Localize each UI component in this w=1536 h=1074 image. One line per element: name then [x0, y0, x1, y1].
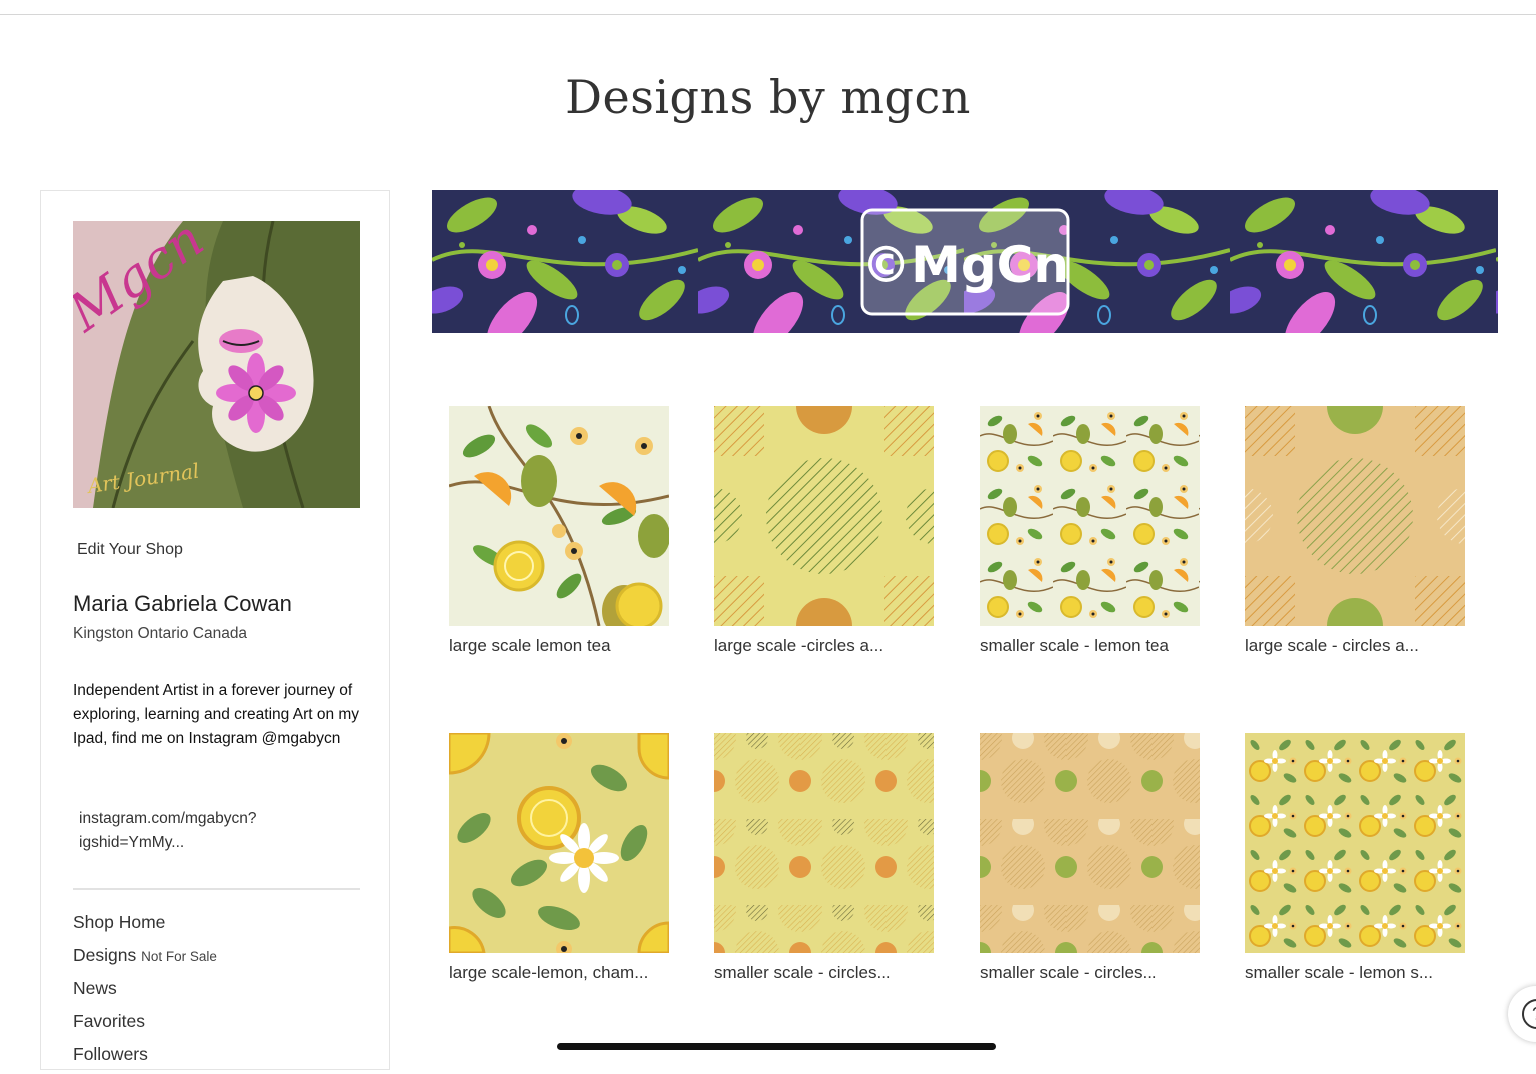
design-thumbnail[interactable] [449, 406, 669, 626]
nav-followers[interactable]: Followers [73, 1041, 217, 1074]
design-card[interactable]: smaller scale - circles... [980, 733, 1200, 983]
artist-name: Maria Gabriela Cowan [73, 591, 292, 616]
nav-favorites[interactable]: Favorites [73, 1008, 217, 1041]
nav-designs-label: Designs [73, 945, 137, 965]
design-thumbnail[interactable] [714, 733, 934, 953]
design-thumbnail[interactable] [980, 406, 1200, 626]
design-title[interactable]: smaller scale - circles... [980, 963, 1200, 983]
pattern-lemon-chamomile-large [449, 733, 669, 953]
instagram-link[interactable]: instagram.com/mgabycn?igshid=YmMy... [79, 807, 279, 855]
design-card[interactable]: smaller scale - lemon tea [980, 406, 1200, 656]
design-card[interactable]: large scale - circles a... [1245, 406, 1465, 656]
nav-shop-home[interactable]: Shop Home [73, 909, 217, 942]
design-card[interactable]: large scale-lemon, cham... [449, 733, 669, 983]
design-thumbnail[interactable] [449, 733, 669, 953]
pattern-circles-large-orange [1245, 406, 1465, 626]
design-title[interactable]: large scale lemon tea [449, 636, 669, 656]
avatar-artwork: Mgcn Art Journal [73, 221, 360, 508]
shop-banner: ©MgCn [432, 190, 1498, 333]
top-divider [0, 14, 1536, 15]
nav-news[interactable]: News [73, 975, 217, 1008]
design-thumbnail[interactable] [714, 406, 934, 626]
nav-designs-note: Not For Sale [141, 949, 217, 964]
shop-nav: Shop Home Designs Not For Sale News Favo… [73, 909, 217, 1074]
pattern-circles-small-orange [980, 733, 1200, 953]
design-title[interactable]: large scale -circles a... [714, 636, 934, 656]
shop-avatar[interactable]: Mgcn Art Journal [73, 221, 360, 508]
pattern-lemon-tea-large [449, 406, 669, 626]
pattern-lemon-tea-small [980, 406, 1200, 626]
design-title[interactable]: smaller scale - circles... [714, 963, 934, 983]
home-indicator [557, 1043, 996, 1050]
design-title[interactable]: smaller scale - lemon tea [980, 636, 1200, 656]
design-thumbnail[interactable] [1245, 733, 1465, 953]
nav-designs[interactable]: Designs Not For Sale [73, 942, 217, 975]
banner-artwork: ©MgCn [432, 190, 1498, 333]
page-title: Designs by mgcn [565, 70, 971, 124]
pattern-circles-large-yellow [714, 406, 934, 626]
design-thumbnail[interactable] [980, 733, 1200, 953]
artist-bio: Independent Artist in a forever journey … [73, 682, 360, 747]
pattern-circles-small-yellow [714, 733, 934, 953]
help-button[interactable]: ? [1508, 986, 1536, 1042]
design-title[interactable]: smaller scale - lemon s... [1245, 963, 1465, 983]
shop-sidebar: Mgcn Art Journal Edit Your Shop Maria Ga… [40, 190, 390, 1070]
edit-shop-link[interactable]: Edit Your Shop [77, 541, 183, 559]
pattern-lemon-small-yellow [1245, 733, 1465, 953]
artist-location: Kingston Ontario Canada [73, 625, 248, 642]
design-title[interactable]: large scale - circles a... [1245, 636, 1465, 656]
design-card[interactable]: large scale lemon tea [449, 406, 669, 656]
design-thumbnail[interactable] [1245, 406, 1465, 626]
help-circle-icon: ? [1522, 999, 1536, 1029]
svg-text:©MgCn: ©MgCn [861, 236, 1069, 294]
design-card[interactable]: smaller scale - circles... [714, 733, 934, 983]
design-title[interactable]: large scale-lemon, cham... [449, 963, 669, 983]
sidebar-divider [73, 888, 360, 890]
design-card[interactable]: large scale -circles a... [714, 406, 934, 656]
design-card[interactable]: smaller scale - lemon s... [1245, 733, 1465, 983]
